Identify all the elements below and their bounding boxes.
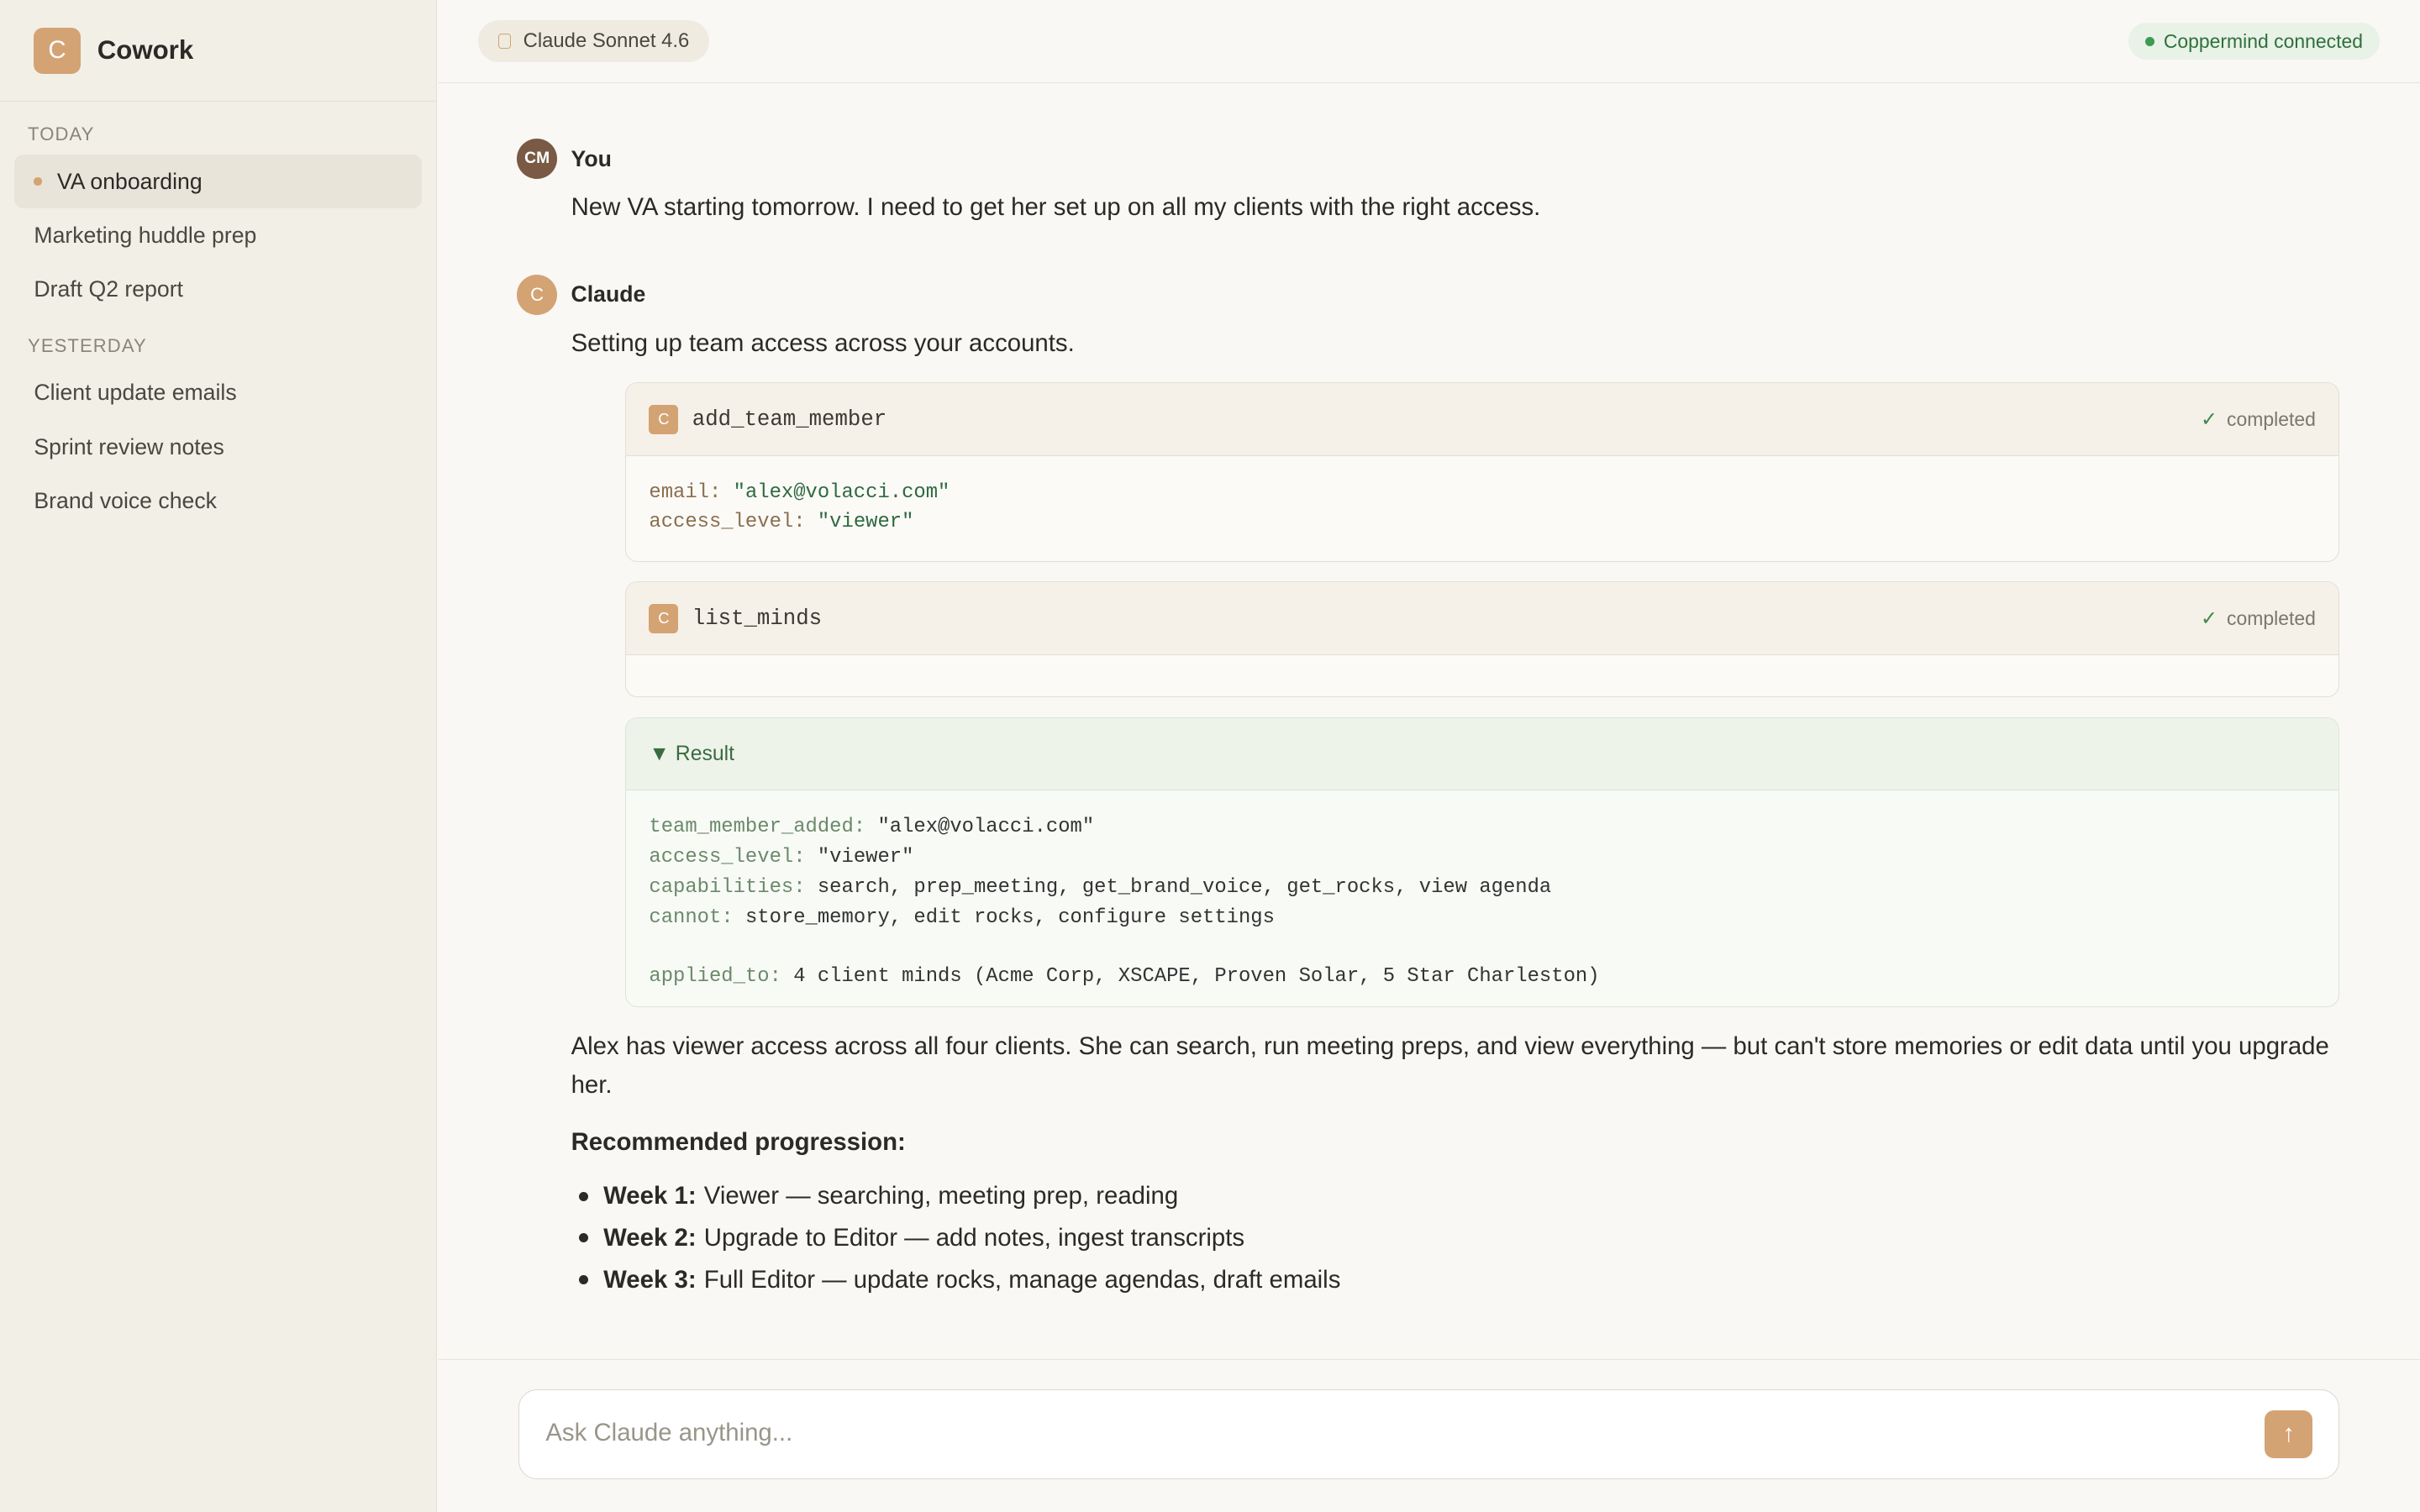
section-label-yesterday: YESTERDAY [28, 334, 147, 356]
model-name: Claude Sonnet 4.6 [523, 29, 690, 53]
check-icon: ✓ [2201, 606, 2217, 630]
week-label: Week 1: [603, 1182, 697, 1210]
result-line: access_level: "viewer" [649, 845, 914, 869]
brand: C Cowork [0, 0, 436, 102]
week-text: Viewer — searching, meeting prep, readin… [703, 1182, 1179, 1210]
result-value: "alex@volacci.com" [877, 816, 1095, 839]
sidebar-item-client-update-emails[interactable]: Client update emails [14, 366, 423, 420]
tool-status-text: completed [2227, 606, 2316, 629]
list-item: Week 3: Full Editor — update rocks, manag… [571, 1259, 1341, 1301]
tool-arg-line: access_level: "viewer" [649, 511, 914, 534]
sidebar: C Cowork TODAY VA onboarding Marketing h… [0, 0, 437, 1512]
result-key: capabilities [649, 875, 794, 899]
model-selector[interactable]: Claude Sonnet 4.6 [478, 20, 710, 62]
tool-name: add_team_member [692, 407, 887, 432]
result-key: team_member_added [649, 816, 854, 839]
week-label: Week 3: [603, 1265, 697, 1294]
sidebar-item-label: Client update emails [34, 380, 237, 406]
sidebar-item-marketing-huddle-prep[interactable]: Marketing huddle prep [14, 208, 423, 262]
assistant-intro-text: Setting up team access across your accou… [571, 328, 1075, 357]
model-icon [498, 33, 511, 50]
assistant-summary-text: Alex has viewer access across all four c… [571, 1032, 2329, 1100]
check-icon: ✓ [2201, 407, 2217, 431]
result-value: store_memory, edit rocks, configure sett… [744, 906, 1275, 929]
result-line: cannot: store_memory, edit rocks, config… [649, 906, 1275, 929]
send-button[interactable]: ↑ [2265, 1410, 2313, 1458]
tool-call-header[interactable]: C list_minds ✓ completed [625, 582, 2339, 655]
sidebar-item-label: Brand voice check [34, 488, 217, 514]
section-label-today: TODAY [28, 123, 95, 144]
result-key: access_level [649, 845, 794, 869]
result-key: applied_to [649, 965, 770, 989]
sidebar-item-label: Draft Q2 report [34, 276, 183, 302]
progression-heading: Recommended progression: [571, 1127, 906, 1156]
tool-arg-line: email: "alex@volacci.com" [649, 480, 950, 504]
list-item: Week 1: Viewer — searching, meeting prep,… [571, 1176, 1341, 1218]
tool-status-text: completed [2227, 407, 2316, 430]
arg-key: access_level [649, 511, 794, 534]
sidebar-item-draft-q2-report[interactable]: Draft Q2 report [14, 263, 423, 317]
result-key: cannot [649, 906, 722, 929]
connection-status-text: Coppermind connected [2163, 29, 2363, 52]
tool-name: list_minds [692, 606, 823, 631]
tool-call-header[interactable]: C add_team_member ✓ completed [625, 383, 2339, 456]
result-value: 4 client minds (Acme Corp, XSCAPE, Prove… [793, 965, 1600, 989]
sidebar-item-label: VA onboarding [56, 168, 203, 194]
chat-list-yesterday: Client update emails Sprint review notes… [0, 366, 436, 528]
sidebar-item-sprint-review-notes[interactable]: Sprint review notes [14, 420, 423, 474]
user-author-name: You [571, 145, 612, 171]
sidebar-item-label: Marketing huddle prep [34, 222, 257, 248]
arg-value: "alex@volacci.com" [733, 480, 950, 504]
arg-key: email [649, 480, 709, 504]
sidebar-item-va-onboarding[interactable]: VA onboarding [13, 154, 423, 209]
result-body: team_member_added: "alex@volacci.com" ac… [626, 790, 2339, 1006]
conversation: CM You New VA starting tomorrow. I need … [439, 85, 2420, 1359]
tool-icon: C [649, 404, 679, 434]
week-text: Full Editor — update rocks, manage agend… [703, 1265, 1341, 1294]
progression-list: Week 1: Viewer — searching, meeting prep,… [571, 1176, 1341, 1301]
user-message-text: New VA starting tomorrow. I need to get … [571, 193, 1541, 222]
assistant-message-header: C Claude [517, 274, 646, 315]
result-toggle[interactable]: ▼ Result [625, 718, 2339, 791]
user-message-header: CM You [517, 139, 612, 180]
active-dot-icon [34, 177, 42, 186]
week-text: Upgrade to Editor — add notes, ingest tr… [703, 1223, 1245, 1252]
tool-call-list-minds: C list_minds ✓ completed [624, 581, 2340, 698]
tool-arguments: email: "alex@volacci.com" access_level: … [626, 456, 2339, 559]
arg-value: "viewer" [817, 511, 914, 534]
app-name: Cowork [97, 35, 194, 66]
assistant-author-name: Claude [571, 281, 646, 307]
result-value: search, prep_meeting, get_brand_voice, g… [817, 875, 1552, 899]
chat-list-today: VA onboarding Marketing huddle prep Draf… [0, 154, 436, 317]
week-label: Week 2: [603, 1223, 697, 1252]
composer-area: ↑ [438, 1359, 2420, 1512]
avatar: CM [517, 139, 558, 180]
tool-result: ▼ Result team_member_added: "alex@volacc… [624, 717, 2340, 1008]
result-value: "viewer" [817, 845, 914, 869]
tool-call-add-team-member: C add_team_member ✓ completed email: "al… [624, 382, 2340, 562]
composer: ↑ [518, 1389, 2340, 1479]
tool-status: ✓ completed [2201, 606, 2316, 631]
top-bar: Claude Sonnet 4.6 Coppermind connected [438, 0, 2420, 84]
sidebar-item-brand-voice-check[interactable]: Brand voice check [14, 474, 423, 528]
message-input[interactable] [545, 1390, 2228, 1477]
connection-status-badge: Coppermind connected [2128, 23, 2381, 60]
arrow-up-icon: ↑ [2282, 1420, 2296, 1448]
result-line: capabilities: search, prep_meeting, get_… [649, 875, 1552, 899]
app-logo-icon: C [34, 27, 81, 74]
tool-icon: C [649, 603, 679, 633]
status-dot-icon [2144, 36, 2154, 46]
result-line: applied_to: 4 client minds (Acme Corp, X… [649, 965, 1600, 989]
sidebar-item-label: Sprint review notes [34, 433, 224, 459]
claude-avatar: C [517, 274, 558, 315]
result-line: team_member_added: "alex@volacci.com" [649, 816, 1095, 839]
list-item: Week 2: Upgrade to Editor — add notes, in… [571, 1217, 1341, 1259]
tool-status: ✓ completed [2201, 407, 2316, 432]
